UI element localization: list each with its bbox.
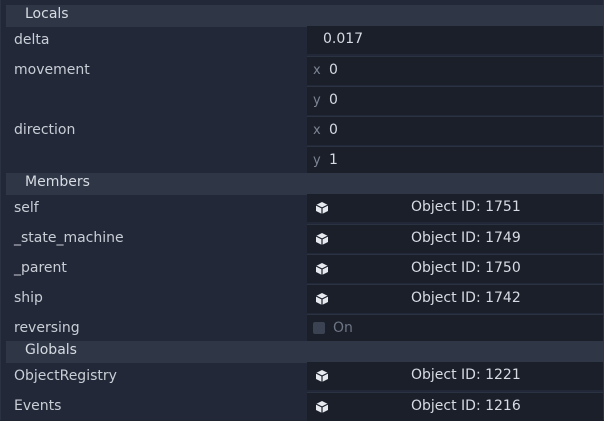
ship-field[interactable]: Object ID: 1742 — [307, 284, 603, 313]
delta-label: delta — [14, 32, 50, 48]
direction-y-value: 1 — [329, 152, 338, 168]
direction-y-field[interactable]: y 1 — [307, 146, 603, 175]
direction-x-value: 0 — [329, 122, 338, 138]
movement-y-axis: y — [313, 93, 321, 108]
section-globals-title: Globals — [25, 342, 77, 358]
self-label: self — [14, 200, 39, 216]
events-field[interactable]: Object ID: 1216 — [307, 392, 603, 421]
self-value: Object ID: 1751 — [411, 199, 521, 215]
direction-label: direction — [14, 122, 76, 138]
state-machine-value: Object ID: 1749 — [411, 230, 521, 246]
movement-x-axis: x — [313, 63, 321, 78]
section-locals-title: Locals — [25, 6, 69, 22]
object-registry-field[interactable]: Object ID: 1221 — [307, 362, 603, 390]
state-machine-field[interactable]: Object ID: 1749 — [307, 224, 603, 253]
movement-label: movement — [14, 62, 90, 78]
movement-x-field[interactable]: x 0 — [307, 56, 603, 85]
ship-value: Object ID: 1742 — [411, 290, 521, 306]
self-field[interactable]: Object ID: 1751 — [307, 194, 603, 222]
object-cube-icon — [315, 293, 329, 305]
reversing-field[interactable]: On — [307, 314, 603, 343]
parent-label: _parent — [14, 260, 67, 276]
ship-label: ship — [14, 290, 43, 306]
direction-x-axis: x — [313, 123, 321, 138]
reversing-checkbox[interactable] — [313, 322, 325, 334]
object-cube-icon — [315, 401, 329, 413]
movement-x-value: 0 — [329, 62, 338, 78]
section-locals[interactable]: Locals — [6, 5, 604, 27]
section-globals[interactable]: Globals — [6, 341, 604, 363]
object-registry-label: ObjectRegistry — [14, 368, 117, 384]
direction-y-axis: y — [313, 153, 321, 168]
object-cube-icon — [315, 202, 329, 214]
debugger-variables-panel: Locals delta 0.017 movement x 0 y 0 dire… — [0, 0, 604, 421]
direction-x-field[interactable]: x 0 — [307, 116, 603, 145]
events-label: Events — [14, 398, 62, 414]
reversing-label: reversing — [14, 320, 80, 336]
movement-y-value: 0 — [329, 92, 338, 108]
object-cube-icon — [315, 370, 329, 382]
section-members[interactable]: Members — [6, 173, 604, 195]
movement-y-field[interactable]: y 0 — [307, 86, 603, 115]
object-cube-icon — [315, 233, 329, 245]
delta-value: 0.017 — [323, 31, 364, 47]
object-cube-icon — [315, 263, 329, 275]
events-value: Object ID: 1216 — [411, 398, 521, 414]
object-registry-value: Object ID: 1221 — [411, 367, 521, 383]
parent-value: Object ID: 1750 — [411, 260, 521, 276]
reversing-checkbox-label: On — [333, 320, 353, 336]
section-members-title: Members — [25, 174, 90, 190]
parent-field[interactable]: Object ID: 1750 — [307, 254, 603, 283]
state-machine-label: _state_machine — [14, 230, 124, 246]
delta-field[interactable]: 0.017 — [307, 26, 603, 54]
